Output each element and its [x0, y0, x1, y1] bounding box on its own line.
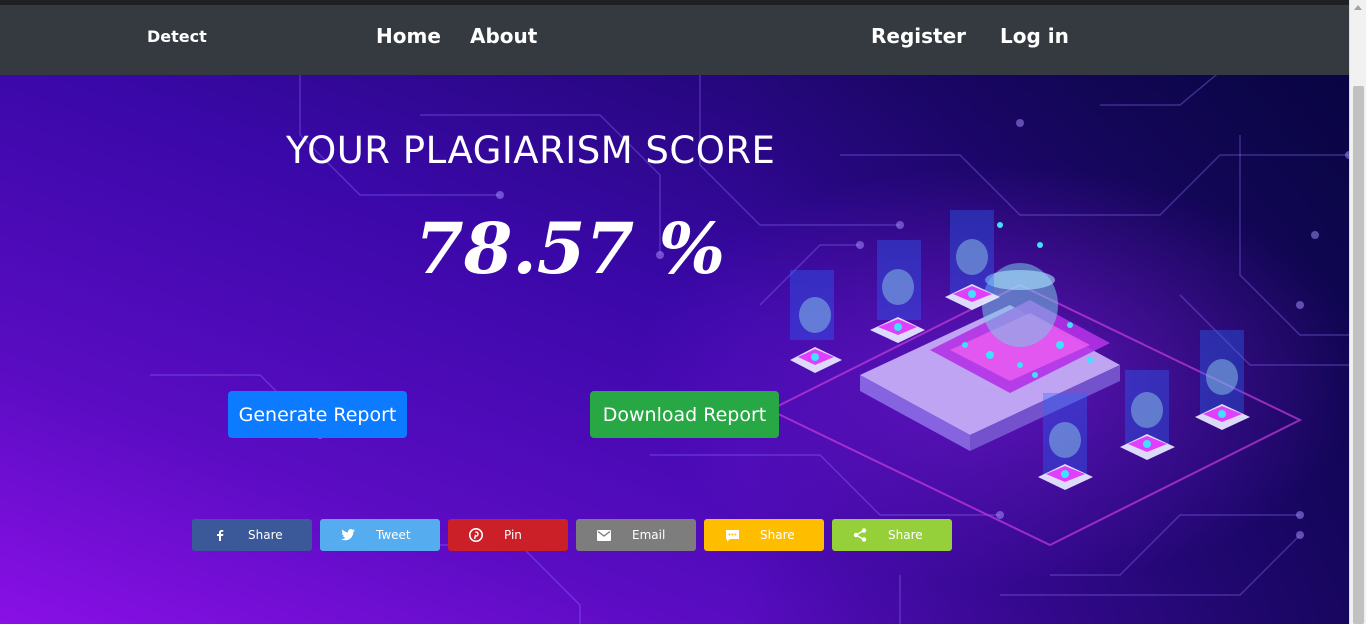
- vertical-scrollbar[interactable]: [1349, 0, 1366, 624]
- nav-about[interactable]: About: [470, 24, 537, 48]
- share-pinterest-label: Pin: [504, 528, 522, 542]
- nav-login[interactable]: Log in: [1000, 24, 1069, 48]
- sharethis-icon: [832, 528, 888, 542]
- hero-section: YOUR PLAGIARISM SCORE 78.57 % Generate R…: [0, 75, 1349, 624]
- email-icon: [576, 529, 632, 541]
- nav-register[interactable]: Register: [871, 24, 966, 48]
- scrollbar-thumb[interactable]: [1353, 86, 1364, 624]
- share-sharethis-button[interactable]: Share: [832, 519, 952, 551]
- share-email-button[interactable]: Email: [576, 519, 696, 551]
- share-pinterest-button[interactable]: Pin: [448, 519, 568, 551]
- page: Detect Home About Register Log in YOUR P…: [0, 0, 1366, 624]
- share-sms-button[interactable]: Share: [704, 519, 824, 551]
- facebook-icon: [192, 529, 248, 541]
- download-report-button[interactable]: Download Report: [590, 391, 779, 438]
- sms-icon: [704, 529, 760, 542]
- nav-home[interactable]: Home: [376, 24, 441, 48]
- scroll-up-arrow-icon[interactable]: [1354, 5, 1362, 10]
- twitter-icon: [320, 529, 376, 541]
- share-sms-label: Share: [760, 528, 795, 542]
- brand-link[interactable]: Detect: [147, 27, 207, 46]
- share-facebook-button[interactable]: Share: [192, 519, 312, 551]
- share-sharethis-label: Share: [888, 528, 923, 542]
- share-twitter-label: Tweet: [376, 528, 411, 542]
- generate-report-button[interactable]: Generate Report: [228, 391, 407, 438]
- plagiarism-score-value: 78.57 %: [415, 207, 726, 290]
- share-facebook-label: Share: [248, 528, 283, 542]
- share-email-label: Email: [632, 528, 666, 542]
- score-title: YOUR PLAGIARISM SCORE: [286, 129, 776, 172]
- pinterest-icon: [448, 528, 504, 542]
- share-twitter-button[interactable]: Tweet: [320, 519, 440, 551]
- navbar: Detect Home About Register Log in: [0, 5, 1349, 75]
